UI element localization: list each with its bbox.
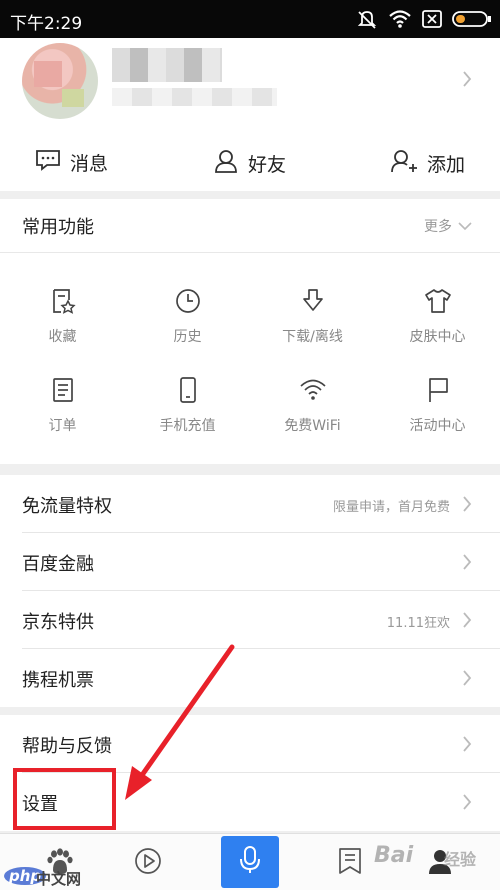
chevron-right-icon <box>462 793 472 815</box>
function-label: 收藏 <box>48 329 77 345</box>
add-friend-label: 添加 <box>427 154 466 176</box>
common-functions-section: 常用功能 更多 收藏 历史 下载/离线 皮肤中心 订单 手机充值 免费WiFi … <box>0 199 500 464</box>
mute-icon <box>356 8 378 30</box>
order-icon <box>49 376 77 406</box>
sim-icon <box>422 10 442 28</box>
quick-actions: 消息 好友 添加 <box>0 133 500 191</box>
function-label: 订单 <box>48 418 77 434</box>
baidu-watermark-text: Bai <box>374 843 414 868</box>
menu-item-ctrip-flights[interactable]: 携程机票 <box>0 649 500 707</box>
menu-item-help-feedback[interactable]: 帮助与反馈 <box>0 715 500 773</box>
profile-card[interactable] <box>0 38 500 133</box>
more-label: 更多 <box>424 219 452 235</box>
message-icon <box>35 148 61 177</box>
status-bar: 下午2:29 <box>0 0 500 38</box>
section-title: 常用功能 <box>22 217 94 238</box>
avatar[interactable] <box>22 43 98 119</box>
menu-item-label: 携程机票 <box>22 670 94 691</box>
favorite-icon <box>49 287 77 317</box>
chevron-right-icon <box>462 611 472 633</box>
function-label: 皮肤中心 <box>409 329 466 345</box>
chevron-right-icon <box>462 553 472 575</box>
messages-button[interactable]: 消息 <box>35 148 108 177</box>
menu-item-hint: 限量申请，首月免费 <box>332 500 450 515</box>
divider <box>0 252 500 253</box>
php-watermark-text: 中文网 <box>36 870 82 888</box>
voice-tab[interactable] <box>221 836 279 888</box>
messages-label: 消息 <box>70 153 109 175</box>
status-time: 下午2:29 <box>10 14 83 34</box>
friend-icon <box>213 148 239 179</box>
video-tab[interactable] <box>118 834 178 890</box>
menu-item-jd-special[interactable]: 京东特供 11.11狂欢 <box>0 591 500 649</box>
function-history[interactable]: 历史 <box>125 287 250 346</box>
add-friend-icon <box>390 148 418 179</box>
bookmark-list-icon <box>336 846 364 880</box>
function-skin[interactable]: 皮肤中心 <box>375 287 500 346</box>
function-label: 下载/离线 <box>282 329 343 345</box>
function-favorite[interactable]: 收藏 <box>0 287 125 346</box>
menu-item-label: 百度金融 <box>22 554 94 575</box>
status-icons <box>356 8 492 30</box>
function-download[interactable]: 下载/离线 <box>250 287 375 346</box>
phone-icon <box>174 376 202 406</box>
chevron-down-icon <box>458 221 472 230</box>
chevron-right-icon <box>462 495 472 517</box>
function-activity-center[interactable]: 活动中心 <box>375 376 500 435</box>
friends-button[interactable]: 好友 <box>213 148 286 179</box>
wifi-icon <box>388 9 412 29</box>
avatar-blur <box>62 89 84 107</box>
history-icon <box>174 287 202 317</box>
wifi-icon <box>299 376 327 406</box>
menu-item-label: 免流量特权 <box>22 496 112 517</box>
chevron-right-icon <box>462 70 472 92</box>
function-label: 历史 <box>173 329 202 345</box>
news-tab[interactable] <box>320 834 380 890</box>
flag-icon <box>424 376 452 406</box>
friends-label: 好友 <box>248 154 287 176</box>
microphone-icon <box>237 845 263 879</box>
settings-highlight-box <box>13 768 116 830</box>
more-button[interactable]: 更多 <box>424 216 472 236</box>
menu-item-label: 京东特供 <box>22 612 94 633</box>
chevron-right-icon <box>462 735 472 757</box>
function-label: 手机充值 <box>159 418 216 434</box>
menu-item-baidu-finance[interactable]: 百度金融 <box>0 533 500 591</box>
download-icon <box>299 287 327 317</box>
avatar-blur <box>34 61 62 87</box>
play-icon <box>133 846 163 880</box>
menu-item-hint: 11.11狂欢 <box>386 616 450 631</box>
baidu-watermark-tail: 经验 <box>444 850 477 869</box>
menu-item-free-traffic[interactable]: 免流量特权 限量申请，首月免费 <box>0 475 500 533</box>
function-label: 免费WiFi <box>284 418 341 434</box>
menu-item-label: 帮助与反馈 <box>22 736 112 757</box>
add-friend-button[interactable]: 添加 <box>390 148 465 179</box>
function-free-wifi[interactable]: 免费WiFi <box>250 376 375 435</box>
username-blurred <box>112 48 222 82</box>
skin-icon <box>424 287 452 317</box>
function-phone-recharge[interactable]: 手机充值 <box>125 376 250 435</box>
function-label: 活动中心 <box>409 418 466 434</box>
battery-icon <box>452 10 492 28</box>
function-order[interactable]: 订单 <box>0 376 125 435</box>
chevron-right-icon <box>462 669 472 691</box>
user-subtitle-blurred <box>112 88 277 106</box>
